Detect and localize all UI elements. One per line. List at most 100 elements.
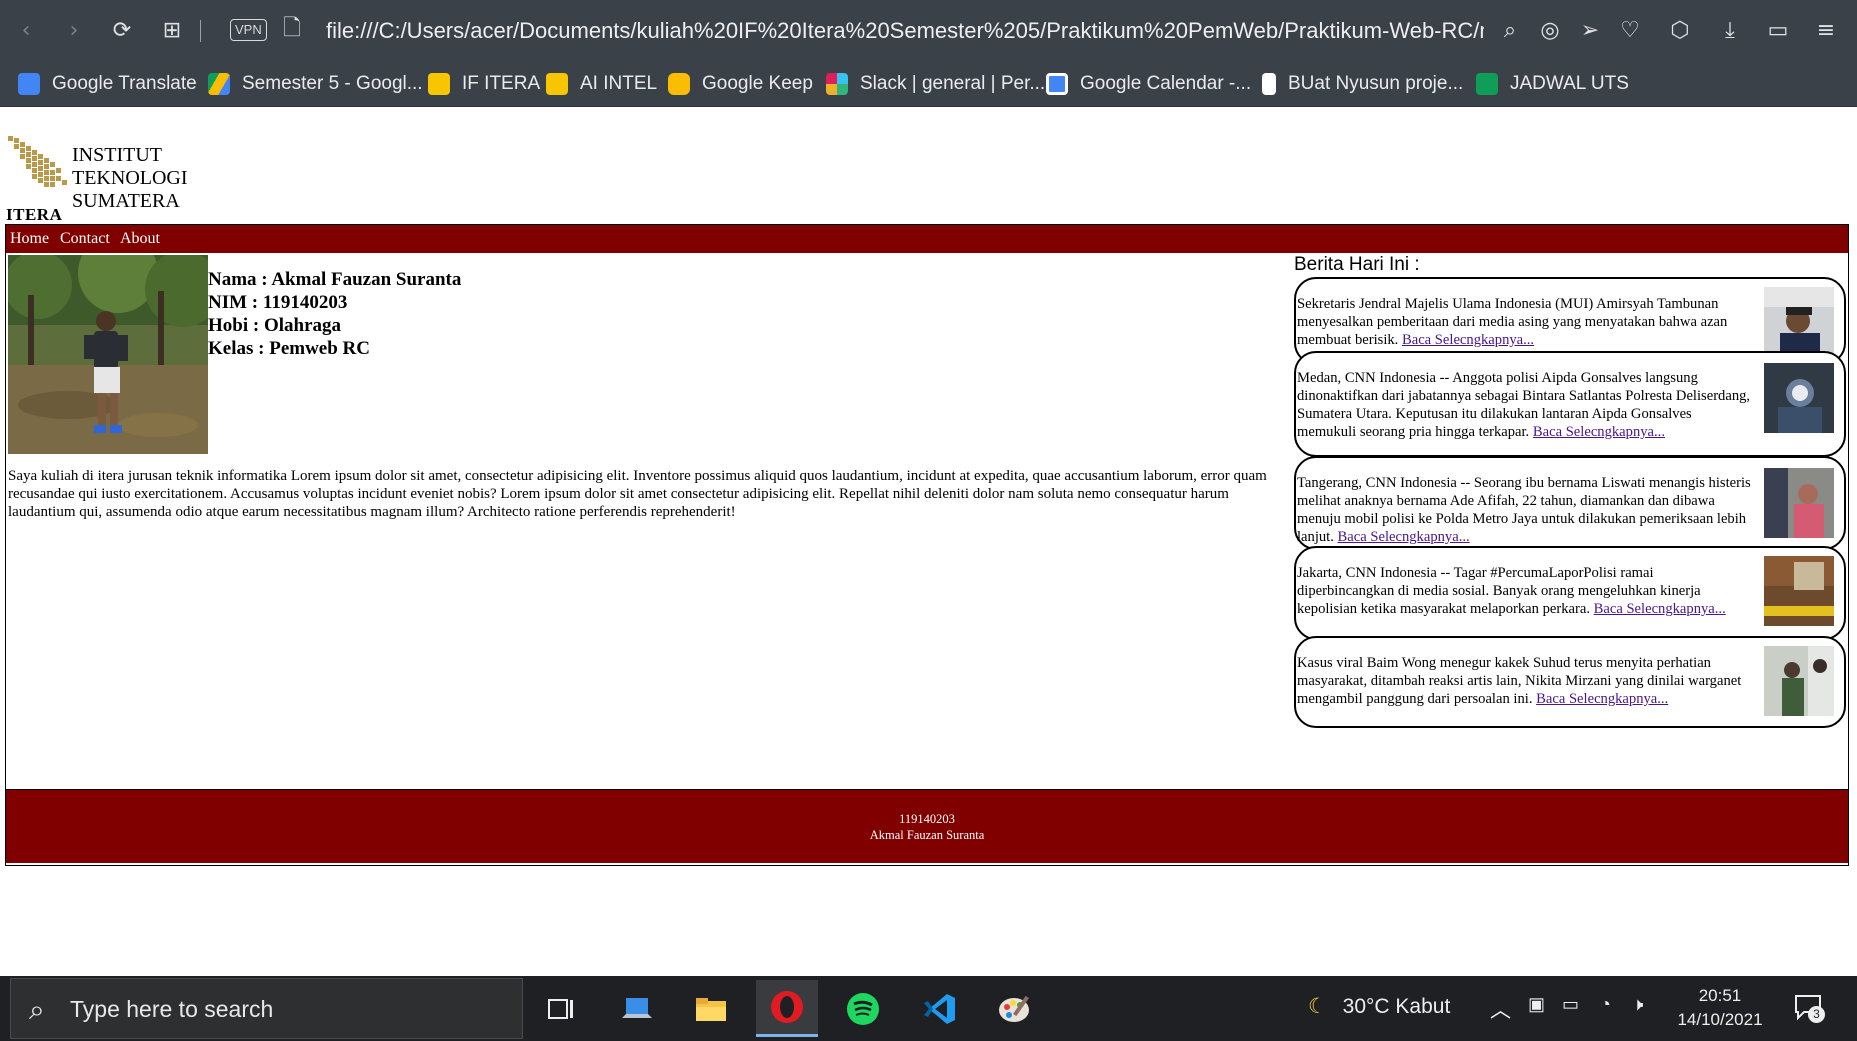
itera-logo: ITERA INSTITUT TEKNOLOGI SUMATERA — [6, 126, 192, 223]
content-frame: Home Contact About Nama: Akmal Fauzan S… — [5, 224, 1849, 866]
file-explorer-icon[interactable] — [680, 980, 742, 1037]
read-more-link[interactable]: Baca Selecngkapnya... — [1338, 529, 1470, 545]
volume-icon[interactable]: 🕨 — [1632, 994, 1643, 1015]
bookmark-semester5[interactable]: Semester 5 - Googl... — [208, 69, 423, 99]
search-icon: ⌕ — [29, 993, 45, 1026]
bookmark-google-keep[interactable]: Google Keep — [668, 69, 813, 99]
menu-icon[interactable]: ≡ — [1810, 14, 1842, 46]
news-sidebar: Berita Hari Ini : Sekretaris Jendral Maj… — [1294, 254, 1849, 774]
notification-center-icon[interactable]: 3 — [1792, 990, 1826, 1024]
news-summary: Medan, CNN Indonesia -- Anggota polisi A… — [1297, 370, 1751, 440]
news-thumbnail — [1764, 363, 1834, 433]
news-summary: Kasus viral Baim Wong menegur kakek Suhu… — [1297, 655, 1742, 707]
classroom-icon — [428, 73, 450, 95]
notion-icon — [1262, 73, 1276, 95]
windows-taskbar: ⌕ Type here to search ☾ 30°C Kabut ︿ ▣ ▭… — [0, 976, 1857, 1041]
clock-time: 20:51 — [1698, 986, 1742, 1005]
back-icon[interactable]: ‹ — [10, 14, 42, 46]
news-thumbnail — [1764, 646, 1834, 716]
news-card: Kasus viral Baim Wong menegur kakek Suhu… — [1294, 636, 1846, 728]
moon-cloud-icon: ☾ — [1308, 995, 1327, 1018]
logo-line: INSTITUT — [72, 144, 162, 166]
news-thumbnail — [1764, 468, 1834, 538]
bookmark-label: JADWAL UTS — [1510, 73, 1629, 94]
toolbar-divider — [200, 20, 201, 42]
bookmarks-bar: Google Translate Semester 5 - Googl... I… — [0, 60, 1857, 107]
navbar: Home Contact About — [6, 225, 1848, 253]
logo-abbreviation: ITERA — [6, 205, 63, 224]
logo-line: SUMATERA — [72, 190, 180, 212]
opera-browser-icon[interactable] — [756, 980, 818, 1037]
task-view-icon[interactable] — [530, 980, 592, 1037]
cube-icon[interactable]: ⬡ — [1664, 14, 1696, 46]
news-text: Jakarta, CNN Indonesia -- Tagar #Percuma… — [1297, 564, 1752, 618]
bookmark-google-translate[interactable]: Google Translate — [18, 69, 197, 99]
sheets-icon — [1476, 73, 1498, 95]
classroom-icon — [546, 73, 568, 95]
nav-home-link[interactable]: Home — [10, 230, 49, 248]
bookmark-buat-nyusun[interactable]: BUat Nyusun proje... — [1262, 69, 1463, 99]
page-footer: 119140203 Akmal Fauzan Suranta — [6, 789, 1848, 863]
search-page-icon[interactable]: ⌕ — [1494, 14, 1526, 46]
bio-class: Kelas : Pemweb RC — [208, 338, 370, 359]
vpn-badge[interactable]: VPN — [230, 19, 267, 41]
heart-icon[interactable]: ♡ — [1614, 14, 1646, 46]
keep-icon — [668, 73, 690, 95]
read-more-link[interactable]: Baca Selecngkapnya... — [1402, 332, 1534, 348]
bookmark-google-calendar[interactable]: Google Calendar -... — [1046, 69, 1251, 99]
bookmark-ai-intel[interactable]: AI INTEL — [546, 69, 657, 99]
taskbar-search-placeholder: Type here to search — [70, 996, 274, 1022]
bookmark-jadwal-uts[interactable]: JADWAL UTS — [1476, 69, 1629, 99]
bookmark-label: Slack | general | Per... — [860, 73, 1046, 94]
bookmark-label: Google Keep — [702, 73, 813, 94]
chevron-up-icon[interactable]: ︿ — [1490, 994, 1511, 1024]
bookmark-if-itera[interactable]: IF ITERA — [428, 69, 540, 99]
translate-icon — [18, 73, 40, 95]
address-bar[interactable]: file:///C:/Users/acer/Documents/kuliah%2… — [326, 16, 1484, 46]
news-text: Medan, CNN Indonesia -- Anggota polisi A… — [1297, 369, 1752, 441]
clock-date: 14/10/2021 — [1677, 1010, 1763, 1029]
vscode-icon[interactable] — [908, 980, 970, 1037]
description-paragraph: Saya kuliah di itera jurusan teknik info… — [8, 468, 1267, 520]
notification-count-badge: 3 — [1808, 1006, 1825, 1023]
news-text: Tangerang, CNN Indonesia -- Seorang ibu … — [1297, 474, 1752, 546]
tab-grid-icon[interactable]: ⊞ — [156, 14, 188, 46]
bookmark-label: Google Translate — [52, 73, 197, 94]
meet-now-icon[interactable]: ▣ — [1528, 994, 1545, 1015]
bookmark-slack[interactable]: Slack | general | Per... — [826, 69, 1045, 99]
weather-text: 30°C Kabut — [1342, 995, 1451, 1018]
read-more-link[interactable]: Baca Selecngkapnya... — [1594, 601, 1726, 617]
battery-saver-icon[interactable]: ▭ — [1762, 14, 1794, 46]
bookmark-label: Google Calendar -... — [1080, 73, 1252, 94]
taskbar-search-box[interactable]: ⌕ Type here to search — [10, 978, 523, 1039]
reload-icon[interactable]: ⟳ — [106, 14, 138, 46]
paint-icon[interactable] — [984, 980, 1046, 1037]
logo-line: TEKNOLOGI — [72, 167, 188, 189]
footer-name: Akmal Fauzan Suranta — [869, 828, 985, 842]
download-icon[interactable]: ⤓ — [1714, 14, 1746, 46]
news-card: Jakarta, CNN Indonesia -- Tagar #Percuma… — [1294, 546, 1846, 640]
send-icon[interactable]: ➢ — [1574, 14, 1606, 46]
battery-icon[interactable]: ▭ — [1562, 994, 1579, 1015]
drive-icon — [208, 73, 230, 95]
taskbar-clock[interactable]: 20:51 14/10/2021 — [1660, 984, 1780, 1032]
spotify-icon[interactable] — [832, 980, 894, 1037]
bio-name: Nama : Akmal Fauzan Suranta — [208, 269, 462, 290]
read-more-link[interactable]: Baca Selecngkapnya... — [1536, 691, 1668, 707]
news-heading: Berita Hari Ini : — [1294, 254, 1420, 275]
nav-about-link[interactable]: About — [120, 230, 160, 248]
laptop-app-icon[interactable] — [606, 980, 668, 1037]
camera-icon[interactable]: ◎ — [1534, 14, 1566, 46]
wifi-icon[interactable]: ◔ — [1600, 994, 1611, 1015]
news-thumbnail — [1764, 287, 1834, 357]
news-text: Sekretaris Jendral Majelis Ulama Indones… — [1297, 295, 1752, 349]
web-page: ITERA INSTITUT TEKNOLOGI SUMATERA Home C… — [0, 108, 1857, 976]
forward-icon[interactable]: › — [58, 14, 90, 46]
read-more-link[interactable]: Baca Selecngkapnya... — [1533, 424, 1665, 440]
slack-icon — [826, 73, 848, 95]
nav-contact-link[interactable]: Contact — [60, 230, 110, 248]
footer-nim: 119140203 — [899, 812, 955, 826]
logo-institution-name: INSTITUT TEKNOLOGI SUMATERA — [72, 144, 188, 213]
bio-hobby: Hobi : Olahraga — [208, 315, 342, 336]
weather-widget[interactable]: ☾ 30°C Kabut — [1308, 994, 1450, 1019]
